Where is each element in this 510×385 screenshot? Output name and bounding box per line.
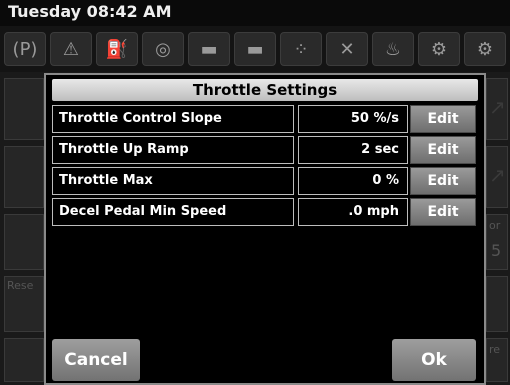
- battery-charge-icon: ▬: [234, 32, 276, 66]
- datetime-label: Tuesday 08:42 AM: [8, 2, 172, 21]
- background-tile: [4, 146, 44, 208]
- background-tile: [4, 338, 44, 382]
- background-tile: [4, 214, 44, 270]
- background-label: or: [489, 219, 501, 232]
- background-label: 5: [491, 241, 502, 260]
- edit-button[interactable]: Edit: [410, 136, 476, 164]
- regen-icon: ✕: [326, 32, 368, 66]
- edit-button[interactable]: Edit: [410, 167, 476, 195]
- coolant-temp-icon: ♨: [372, 32, 414, 66]
- setting-label: Throttle Up Ramp: [52, 136, 294, 164]
- setting-row: Throttle Max 0 % Edit: [52, 167, 478, 195]
- setting-label: Throttle Max: [52, 167, 294, 195]
- indicator-bar: (P) ⚠ ⛽ ◎ ▬ ▬ ⁘ ✕ ♨ ⚙ ⚙: [0, 26, 510, 72]
- edit-button[interactable]: Edit: [410, 198, 476, 226]
- fuel-filter-icon: ⛽: [96, 32, 138, 66]
- setting-value: 0 %: [298, 167, 408, 195]
- engine-check-icon: ⚙: [464, 32, 506, 66]
- edit-button[interactable]: Edit: [410, 105, 476, 133]
- engine-icon: ⚙: [418, 32, 460, 66]
- setting-value: 50 %/s: [298, 105, 408, 133]
- cancel-button[interactable]: Cancel: [52, 339, 140, 381]
- transmission-icon: ⁘: [280, 32, 322, 66]
- battery-icon: ▬: [188, 32, 230, 66]
- background-tile: [4, 78, 44, 140]
- ok-button[interactable]: Ok: [392, 339, 476, 381]
- dialog-title: Throttle Settings: [52, 79, 478, 101]
- background-tile: [486, 276, 508, 332]
- setting-row: Decel Pedal Min Speed .0 mph Edit: [52, 198, 478, 226]
- arrow-icon: ↗: [489, 95, 506, 119]
- setting-value: 2 sec: [298, 136, 408, 164]
- parking-brake-icon: (P): [4, 32, 46, 66]
- background-tile: ↗: [486, 146, 508, 208]
- setting-row: Throttle Up Ramp 2 sec Edit: [52, 136, 478, 164]
- setting-label: Decel Pedal Min Speed: [52, 198, 294, 226]
- background-tile: Rese: [4, 276, 44, 332]
- background-tile: ↗: [486, 78, 508, 140]
- setting-row: Throttle Control Slope 50 %/s Edit: [52, 105, 478, 133]
- background-label: Rese: [7, 279, 34, 292]
- background-label: re: [489, 343, 501, 356]
- throttle-settings-dialog: Throttle Settings Throttle Control Slope…: [44, 73, 486, 385]
- oil-pressure-icon: ◎: [142, 32, 184, 66]
- status-bar: Tuesday 08:42 AM: [0, 0, 510, 26]
- background-tile: re: [486, 338, 508, 382]
- setting-label: Throttle Control Slope: [52, 105, 294, 133]
- arrow-icon: ↗: [489, 163, 506, 187]
- warning-icon: ⚠: [50, 32, 92, 66]
- setting-value: .0 mph: [298, 198, 408, 226]
- background-tile: or 5: [486, 214, 508, 270]
